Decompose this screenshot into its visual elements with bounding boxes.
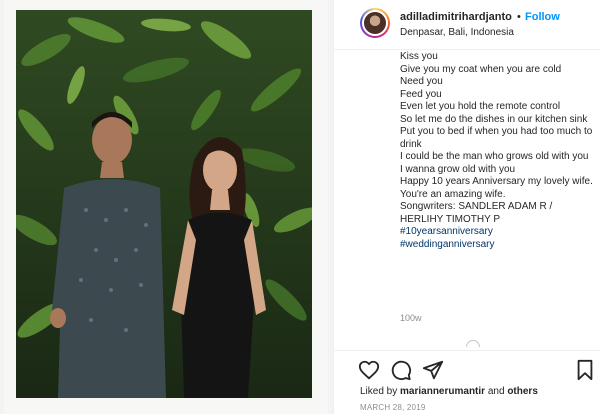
post-date: MARCH 28, 2019 [360,403,426,412]
liked-by-and: and [485,386,508,397]
caption-line: Give you my coat when you are cold [400,63,562,75]
location-link[interactable]: Denpasar, Bali, Indonesia [400,27,514,38]
liked-by-others-link[interactable]: others [507,386,538,397]
likes-summary: Liked by mariannerumantir and others [360,386,538,397]
post-photo[interactable] [16,10,312,398]
avatar[interactable] [360,8,390,38]
post-header: adilladimitrihardjanto • Follow Denpasar… [334,0,600,50]
polaroid-frame [4,0,328,414]
action-bar [334,350,600,386]
caption-line: Put you to bed if when you had too much … [400,126,593,150]
avatar-image [362,10,388,36]
post-details-panel: adilladimitrihardjanto • Follow Denpasar… [333,0,600,414]
couple-photo-illustration [16,10,312,398]
hashtag-link[interactable]: #weddinganniversary [400,239,596,252]
liked-by-prefix: Liked by [360,386,401,397]
load-more-indicator [466,340,480,347]
caption-line: I wanna grow old with you [400,163,516,175]
caption-line: Happy 10 years Anniversary my lovely wif… [400,176,593,200]
follow-button[interactable]: Follow [525,11,560,23]
caption-line: Kiss you [400,51,438,62]
caption-line: Even let you hold the remote control [400,101,561,112]
comment-icon[interactable] [390,359,412,381]
username-link[interactable]: adilladimitrihardjanto [400,11,512,23]
caption-line: Feed you [400,88,442,100]
bookmark-icon[interactable] [574,359,596,381]
caption-line: I could be the man who grows old with yo… [400,151,589,162]
post-caption: Kiss you Give you my coat when you are c… [400,51,596,327]
caption-line: Need you [400,76,443,87]
paper-plane-icon[interactable] [422,359,444,381]
liked-by-user-link[interactable]: mariannerumantir [400,386,485,397]
photo-panel [0,0,333,414]
caption-line: So let me do the dishes in our kitchen s… [400,113,588,125]
heart-icon[interactable] [358,359,380,381]
caption-line: Songwriters: SANDLER ADAM R / HERLIHY TI… [400,201,553,225]
comment-time[interactable]: 100w [400,313,422,323]
hashtag-link[interactable]: #10yearsanniversary [400,226,596,239]
separator-dot: • [517,11,521,23]
